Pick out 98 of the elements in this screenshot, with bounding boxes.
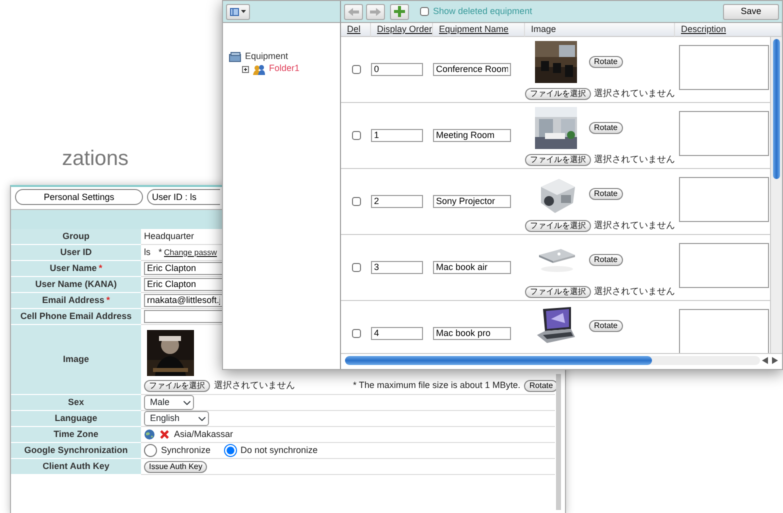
field-label: User Name (KANA) bbox=[35, 278, 117, 291]
scroll-right-icon[interactable] bbox=[771, 357, 778, 364]
field-label: Email Address bbox=[42, 294, 104, 307]
name-field[interactable]: Mac book air bbox=[433, 261, 511, 274]
delete-checkbox[interactable] bbox=[352, 131, 360, 140]
people-icon bbox=[253, 64, 265, 74]
tree-item[interactable]: Folder1 bbox=[269, 62, 300, 76]
required-mark: * bbox=[106, 294, 110, 307]
header-button[interactable]: User ID : ls bbox=[147, 189, 220, 205]
select-field[interactable]: Male bbox=[144, 395, 194, 410]
file-size-note: * The maximum file size is about 1 MByte. bbox=[353, 379, 520, 392]
scrollbar[interactable] bbox=[770, 37, 782, 353]
name-field[interactable]: Meeting Room bbox=[433, 129, 511, 142]
tree-item[interactable]: Equipment bbox=[245, 50, 288, 64]
description-field[interactable] bbox=[679, 176, 769, 222]
rotate-button[interactable]: Rotate bbox=[589, 188, 623, 200]
back-button[interactable] bbox=[344, 4, 363, 20]
rotate-button[interactable]: Rotate bbox=[524, 380, 558, 392]
file-select-button[interactable]: ファイルを選択 bbox=[144, 380, 210, 392]
order-field[interactable]: 3 bbox=[371, 261, 423, 274]
plus-icon bbox=[394, 6, 405, 17]
order-field[interactable]: 1 bbox=[371, 129, 423, 142]
note-mark: * bbox=[158, 246, 162, 257]
field-label: Time Zone bbox=[54, 428, 98, 441]
delete-checkbox[interactable] bbox=[352, 263, 360, 272]
header-button[interactable]: Personal Settings bbox=[15, 189, 143, 205]
file-select-button[interactable]: ファイルを選択 bbox=[525, 88, 591, 100]
scroll-thumb[interactable] bbox=[773, 39, 780, 179]
description-field[interactable] bbox=[679, 44, 769, 90]
file-select-button[interactable]: ファイルを選択 bbox=[525, 154, 591, 166]
field-value: Headquarter bbox=[144, 230, 194, 243]
file-status: 選択されていません bbox=[594, 219, 675, 232]
field-label: Sex bbox=[68, 396, 84, 409]
radio-button[interactable] bbox=[224, 444, 237, 457]
order-field[interactable]: 0 bbox=[371, 63, 423, 76]
expand-icon[interactable] bbox=[242, 66, 249, 72]
forward-arrow-icon bbox=[370, 8, 381, 16]
back-arrow-icon bbox=[348, 8, 359, 16]
field-label: Group bbox=[62, 230, 90, 243]
rotate-button[interactable]: Rotate bbox=[589, 56, 623, 68]
file-status: 選択されていません bbox=[594, 153, 675, 166]
name-field[interactable]: Sony Projector bbox=[433, 195, 511, 208]
layout-icon bbox=[230, 8, 239, 16]
radio-button[interactable] bbox=[144, 444, 157, 457]
rotate-button[interactable]: Rotate bbox=[589, 254, 623, 266]
text-field[interactable]: Eric Clapton bbox=[144, 262, 222, 275]
delete-checkbox[interactable] bbox=[352, 329, 360, 338]
caret-icon bbox=[241, 10, 246, 13]
file-status: 選択されていません bbox=[594, 87, 675, 100]
text-field[interactable]: Eric Clapton bbox=[144, 278, 222, 291]
background-heading: zations bbox=[62, 146, 129, 172]
issue-key-button[interactable]: Issue Auth Key bbox=[144, 460, 208, 472]
add-button[interactable] bbox=[390, 4, 409, 20]
show-deleted-checkbox[interactable] bbox=[420, 7, 429, 16]
forward-button[interactable] bbox=[366, 4, 385, 20]
description-field[interactable] bbox=[679, 110, 769, 156]
save-button[interactable]: Save bbox=[723, 4, 779, 20]
folder-stack-icon bbox=[229, 52, 241, 62]
column-header[interactable]: Description bbox=[675, 23, 782, 37]
field-label: Client Auth Key bbox=[42, 460, 110, 473]
globe-icon[interactable] bbox=[144, 429, 155, 440]
file-status: 選択されていません bbox=[594, 285, 675, 298]
delete-checkbox[interactable] bbox=[352, 65, 360, 74]
required-mark: * bbox=[98, 262, 102, 275]
order-field[interactable]: 2 bbox=[371, 195, 423, 208]
text-field[interactable] bbox=[144, 310, 222, 323]
file-select-button[interactable]: ファイルを選択 bbox=[525, 286, 591, 298]
radio-label: Synchronize bbox=[161, 444, 211, 457]
file-status: 選択されていません bbox=[214, 379, 295, 392]
scroll-thumb[interactable] bbox=[345, 356, 652, 365]
checkbox-label: Show deleted equipment bbox=[433, 4, 532, 18]
close-icon[interactable] bbox=[160, 430, 169, 439]
rotate-button[interactable]: Rotate bbox=[589, 122, 623, 134]
field-label: Image bbox=[62, 352, 89, 366]
description-field[interactable] bbox=[679, 242, 769, 288]
field-label: User Name bbox=[50, 262, 97, 275]
field-label: Google Synchronization bbox=[24, 444, 128, 457]
column-header[interactable]: Equipment Name bbox=[433, 23, 525, 37]
column-header[interactable]: Del bbox=[341, 23, 371, 37]
field-label: Cell Phone Email Address bbox=[20, 310, 132, 323]
rotate-button[interactable]: Rotate bbox=[589, 320, 623, 332]
column-header[interactable]: Display Order bbox=[371, 23, 433, 37]
radio-label: Do not synchronize bbox=[240, 444, 318, 457]
column-header: Image bbox=[525, 23, 675, 37]
delete-checkbox[interactable] bbox=[352, 197, 360, 206]
field-label: User ID bbox=[60, 246, 92, 259]
file-select-button[interactable]: ファイルを選択 bbox=[525, 220, 591, 232]
scroll-left-icon[interactable] bbox=[762, 357, 769, 364]
field-value: Asia/Makassar bbox=[174, 428, 234, 441]
scrollbar[interactable] bbox=[345, 356, 760, 365]
select-field[interactable]: English bbox=[144, 411, 209, 426]
change-password-link[interactable]: Change passw bbox=[164, 248, 217, 257]
description-field[interactable] bbox=[679, 308, 769, 353]
field-label: Language bbox=[54, 412, 98, 425]
field-value: ls bbox=[144, 246, 150, 259]
view-menu-button[interactable] bbox=[226, 4, 250, 20]
order-field[interactable]: 4 bbox=[371, 327, 423, 340]
name-field[interactable]: Mac book pro bbox=[433, 327, 511, 340]
